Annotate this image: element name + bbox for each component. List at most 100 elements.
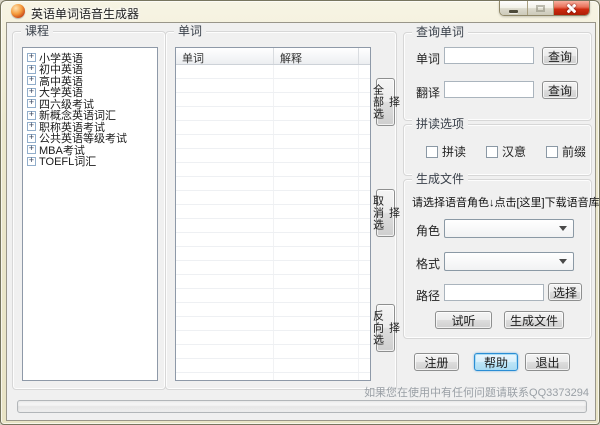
expand-plus-icon[interactable]: + bbox=[27, 134, 36, 143]
generate-groupbox: 生成文件 请选择语音角色↓ 点击[这里]下载语音库 角色 格式 路径 选择 试听… bbox=[403, 179, 592, 339]
list-cell bbox=[176, 275, 274, 288]
expand-plus-icon[interactable]: + bbox=[27, 111, 36, 120]
list-cell bbox=[274, 289, 359, 302]
list-cell bbox=[274, 373, 359, 380]
list-cell bbox=[274, 359, 359, 372]
list-cell bbox=[176, 121, 274, 134]
expand-plus-icon[interactable]: + bbox=[27, 53, 36, 62]
word-label: 单词 bbox=[416, 50, 440, 67]
choose-path-button[interactable]: 选择 bbox=[548, 283, 582, 301]
select-all-button[interactable]: 全部选择 bbox=[376, 78, 395, 126]
list-row bbox=[176, 149, 370, 163]
minimize-button[interactable] bbox=[500, 1, 528, 16]
list-cell bbox=[359, 373, 370, 380]
list-row bbox=[176, 219, 370, 233]
query-group-title: 查询单词 bbox=[412, 25, 468, 39]
help-button[interactable]: 帮助 bbox=[474, 353, 518, 371]
list-cell bbox=[274, 177, 359, 190]
cancel-selection-button[interactable]: 取消选择 bbox=[376, 189, 395, 237]
query-translation-button[interactable]: 查询 bbox=[542, 81, 578, 99]
expand-plus-icon[interactable]: + bbox=[27, 145, 36, 154]
query-groupbox: 查询单词 单词 查询 翻译 查询 bbox=[403, 32, 592, 121]
list-cell bbox=[359, 345, 370, 358]
maximize-icon bbox=[536, 5, 545, 12]
list-cell bbox=[176, 303, 274, 316]
word-input[interactable] bbox=[444, 47, 534, 64]
list-row bbox=[176, 233, 370, 247]
preview-button[interactable]: 试听 bbox=[435, 311, 492, 329]
list-cell bbox=[176, 219, 274, 232]
titlebar: 英语单词语音生成器 bbox=[1, 1, 599, 22]
word-list[interactable]: 单词 解释 bbox=[175, 47, 371, 381]
course-tree[interactable]: +小学英语+初中英语+高中英语+大学英语+四六级考试+新概念英语词汇+职称英语考… bbox=[22, 47, 158, 381]
list-cell bbox=[176, 261, 274, 274]
word-list-body bbox=[176, 65, 370, 380]
list-row bbox=[176, 331, 370, 345]
words-group-title: 单词 bbox=[174, 24, 206, 38]
tree-item[interactable]: +TOEFL词汇 bbox=[25, 156, 155, 168]
list-cell bbox=[359, 331, 370, 344]
courses-groupbox: 课程 +小学英语+初中英语+高中英语+大学英语+四六级考试+新概念英语词汇+职称… bbox=[12, 31, 166, 390]
list-cell bbox=[176, 65, 274, 78]
column-header-word[interactable]: 单词 bbox=[176, 48, 274, 64]
expand-plus-icon[interactable]: + bbox=[27, 157, 36, 166]
spell-options-groupbox: 拼读选项 拼读汉意前缀 bbox=[403, 124, 592, 176]
checkbox-box[interactable] bbox=[546, 146, 558, 158]
contact-text: 如果您在使用中有任何问题请联系QQ3373294 bbox=[364, 384, 589, 400]
checkbox-box[interactable] bbox=[486, 146, 498, 158]
checkbox-汉意[interactable]: 汉意 bbox=[486, 143, 526, 160]
exit-button[interactable]: 退出 bbox=[525, 353, 570, 371]
list-cell bbox=[359, 219, 370, 232]
expand-plus-icon[interactable]: + bbox=[27, 99, 36, 108]
list-cell bbox=[359, 303, 370, 316]
list-cell bbox=[274, 247, 359, 260]
format-dropdown[interactable] bbox=[444, 252, 574, 271]
list-cell bbox=[176, 289, 274, 302]
checkbox-前缀[interactable]: 前缀 bbox=[546, 143, 586, 160]
window-content: 课程 +小学英语+初中英语+高中英语+大学英语+四六级考试+新概念英语词汇+职称… bbox=[6, 22, 596, 421]
list-cell bbox=[359, 317, 370, 330]
list-row bbox=[176, 121, 370, 135]
list-row bbox=[176, 247, 370, 261]
column-header-meaning[interactable]: 解释 bbox=[274, 48, 359, 64]
list-row bbox=[176, 345, 370, 359]
expand-plus-icon[interactable]: + bbox=[27, 122, 36, 131]
invert-selection-button[interactable]: 反向选择 bbox=[376, 304, 395, 352]
list-cell bbox=[176, 247, 274, 260]
format-label: 格式 bbox=[416, 255, 440, 272]
checkbox-拼读[interactable]: 拼读 bbox=[426, 143, 466, 160]
list-cell bbox=[359, 275, 370, 288]
list-cell bbox=[274, 149, 359, 162]
list-row bbox=[176, 107, 370, 121]
translation-input[interactable] bbox=[444, 81, 534, 98]
list-cell bbox=[274, 191, 359, 204]
app-icon bbox=[11, 4, 25, 18]
list-row bbox=[176, 65, 370, 79]
maximize-button[interactable] bbox=[528, 1, 554, 16]
checkbox-box[interactable] bbox=[426, 146, 438, 158]
close-button[interactable] bbox=[554, 1, 589, 16]
expand-plus-icon[interactable]: + bbox=[27, 76, 36, 85]
download-voice-link[interactable]: 点击[这里]下载语音库 bbox=[495, 194, 600, 210]
generate-file-button[interactable]: 生成文件 bbox=[504, 311, 564, 329]
minimize-icon bbox=[509, 10, 518, 13]
list-cell bbox=[274, 219, 359, 232]
list-cell bbox=[274, 275, 359, 288]
list-cell bbox=[359, 149, 370, 162]
register-button[interactable]: 注册 bbox=[414, 353, 459, 371]
path-input[interactable] bbox=[444, 284, 544, 301]
generate-group-title: 生成文件 bbox=[412, 172, 468, 186]
query-word-button[interactable]: 查询 bbox=[542, 47, 578, 65]
list-cell bbox=[359, 233, 370, 246]
close-icon bbox=[566, 4, 576, 13]
app-window: 英语单词语音生成器 课程 +小学英语+初中英语+高中英语+大学英语+四六级考试+… bbox=[0, 0, 600, 425]
role-dropdown[interactable] bbox=[444, 219, 574, 238]
expand-plus-icon[interactable]: + bbox=[27, 65, 36, 74]
expand-plus-icon[interactable]: + bbox=[27, 88, 36, 97]
list-row bbox=[176, 261, 370, 275]
list-cell bbox=[274, 261, 359, 274]
list-cell bbox=[359, 93, 370, 106]
list-cell bbox=[359, 359, 370, 372]
list-cell bbox=[176, 191, 274, 204]
list-row bbox=[176, 205, 370, 219]
